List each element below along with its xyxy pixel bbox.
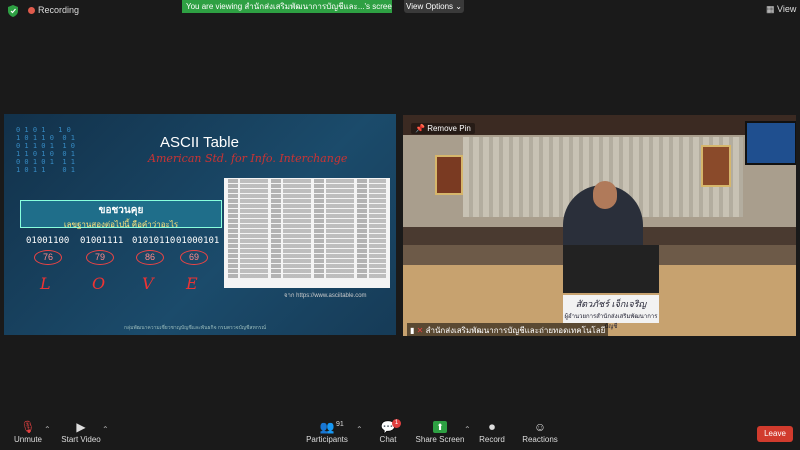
participant-name-label: ▮ ✕ สำนักส่งเสริมพัฒนาการบัญชีและถ่ายทอด… <box>407 323 609 336</box>
participant-name: สำนักส่งเสริมพัฒนาการบัญชีและถ่ายทอดเทคโ… <box>425 326 606 335</box>
decimal-value: 79 <box>86 250 114 265</box>
binary-decoration: 0 1 0 1 1 0 1 0 1 1 0 0 1 0 1 1 0 1 1 0 … <box>16 126 76 174</box>
shared-screen: 0 1 0 1 1 0 1 0 1 1 0 0 1 0 1 1 0 1 1 0 … <box>4 114 396 335</box>
slide-title: ASCII Table <box>160 134 239 151</box>
grid-icon: ▦ <box>766 4 778 14</box>
chevron-up-icon[interactable]: ⌃ <box>102 425 109 434</box>
mic-muted-icon: ✕ <box>416 326 426 335</box>
remove-pin-button[interactable]: 📌 Remove Pin <box>411 123 475 134</box>
video-tile[interactable]: สัตวภัชร์ เจ็กเจริญ ผู้อำนวยการสำนักส่งเ… <box>403 115 796 336</box>
decimal-value: 86 <box>136 250 164 265</box>
meeting-toolbar: 🎙 Unmute ⌃ ▶ Start Video ⌃ 👥 Participant… <box>0 415 800 450</box>
source-caption: จาก https://www.asciitable.com <box>284 293 367 299</box>
binary-value: 01000101 <box>176 236 220 246</box>
laptop <box>563 245 659 293</box>
viewing-banner: You are viewing สำนักส่งเสริมพัฒนาการบัญ… <box>182 0 392 13</box>
presenter-head <box>593 181 617 209</box>
recording-icon <box>28 7 35 14</box>
signal-icon: ▮ <box>410 326 417 335</box>
start-video-label: Start Video <box>61 435 101 444</box>
decimal-value: 76 <box>34 250 62 265</box>
view-label: View <box>777 4 797 14</box>
answer-letter: L <box>40 274 51 293</box>
binary-value: 01001111 <box>80 236 124 246</box>
binary-value: 01010110 <box>132 236 176 246</box>
participants-label: Participants <box>306 435 348 444</box>
nameplate: สัตวภัชร์ เจ็กเจริญ ผู้อำนวยการสำนักส่งเ… <box>563 295 659 330</box>
pin-icon: 📌 <box>415 124 428 133</box>
share-screen-icon: ⬆ <box>433 421 447 433</box>
participants-icon: 👥 <box>319 420 335 434</box>
question-heading: ขอชวนคุย <box>98 205 144 216</box>
leave-button[interactable]: Leave <box>757 426 793 442</box>
participants-button[interactable]: 👥 Participants <box>295 415 359 450</box>
view-options-button[interactable]: View Options ⌄ <box>404 0 464 13</box>
decimal-value: 69 <box>180 250 208 265</box>
reactions-label: Reactions <box>522 435 558 444</box>
wall-monitor <box>745 121 796 165</box>
wall-portrait <box>701 145 731 187</box>
binary-value: 01001100 <box>26 236 70 246</box>
reactions-button[interactable]: ☺ Reactions <box>508 415 572 450</box>
slide-subtitle: American Std. for Info. Interchange <box>148 152 348 165</box>
participant-count: 91 <box>336 421 344 428</box>
answer-letter: O <box>92 274 106 293</box>
view-button[interactable]: ▦ View <box>766 4 796 15</box>
shield-icon[interactable] <box>8 5 18 17</box>
question-box: ขอชวนคุย เลขฐานสองต่อไปนี้ คือคำว่าอะไร <box>20 200 222 229</box>
remove-pin-label: Remove Pin <box>427 124 471 133</box>
question-text: เลขฐานสองต่อไปนี้ คือคำว่าอะไร <box>63 220 179 229</box>
chat-notification-badge: 1 <box>392 419 401 428</box>
recording-label: Recording <box>38 5 80 15</box>
slide-footer: กลุ่มพัฒนาความเชี่ยวชาญบัญชีและพันธกิจ ก… <box>124 325 267 331</box>
answer-letter: V <box>142 274 154 293</box>
answer-letter: E <box>186 274 198 293</box>
wall-portrait <box>435 155 463 195</box>
view-options-label: View Options <box>406 2 454 11</box>
chevron-down-icon: ⌄ <box>455 2 462 11</box>
top-bar: Recording You are viewing สำนักส่งเสริมพ… <box>0 0 800 22</box>
ascii-table-image <box>224 178 390 288</box>
nameplate-name: สัตวภัชร์ เจ็กเจริญ <box>575 299 647 309</box>
reactions-icon: ☺ <box>533 420 547 434</box>
